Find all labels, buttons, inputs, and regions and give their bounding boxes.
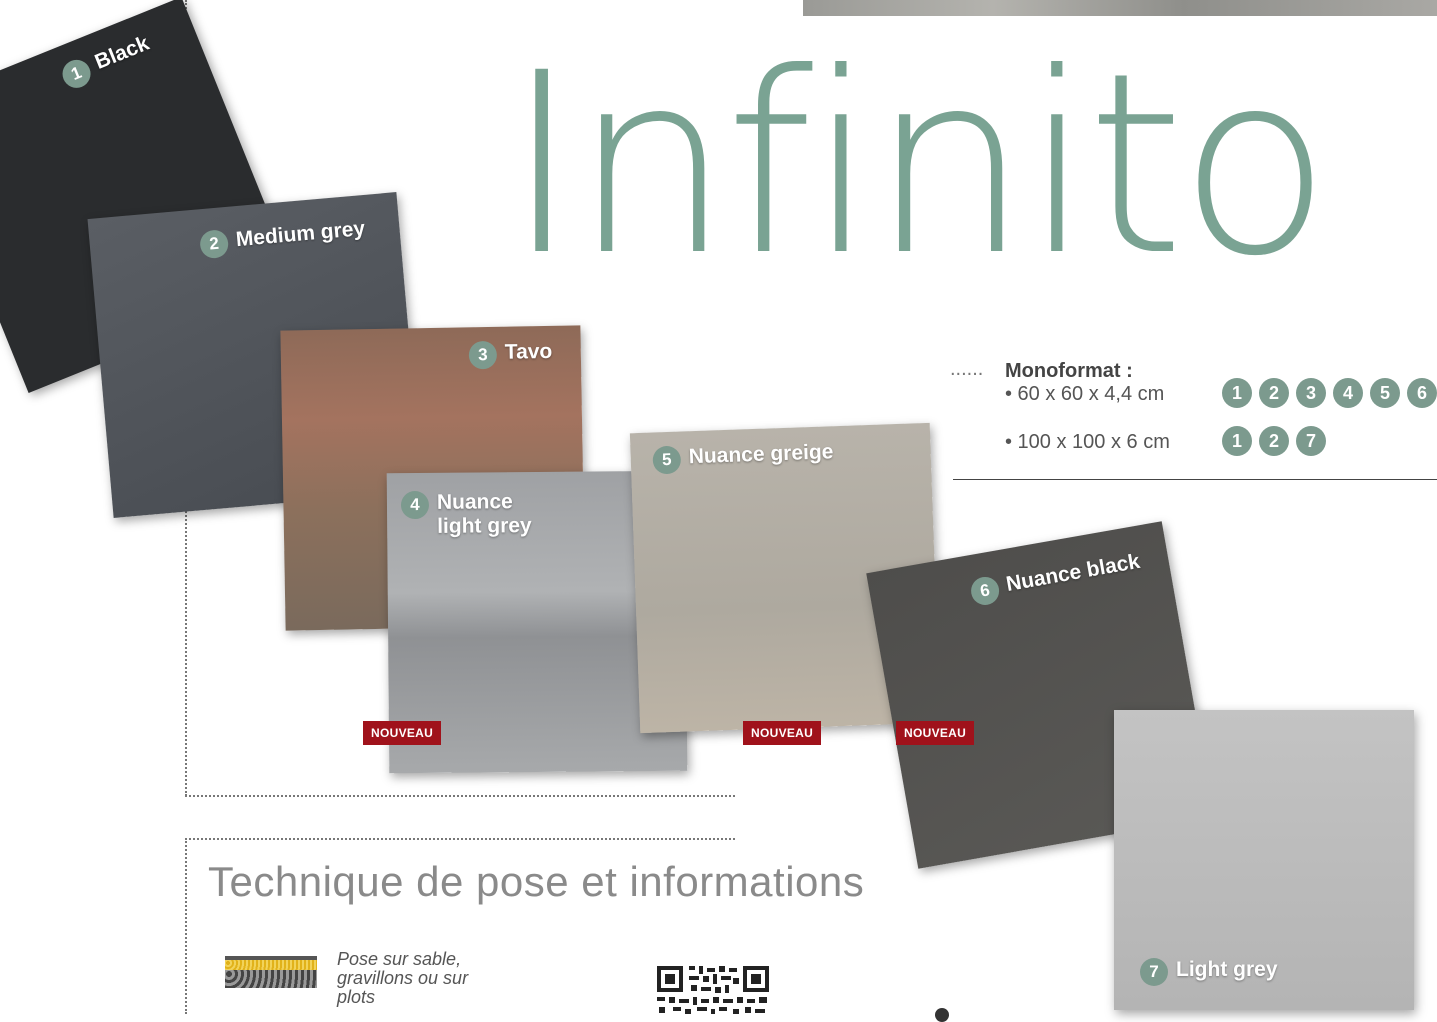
tile-label: 1 Black (58, 31, 154, 93)
color-number: 6 (1407, 378, 1437, 408)
color-number: 1 (1222, 426, 1252, 456)
color-number: 3 (468, 340, 498, 370)
tile-name-line2: light grey (437, 514, 532, 539)
color-number: 4 (1333, 378, 1363, 408)
spec-heading: Monoformat : (1005, 360, 1133, 382)
tile-label: 3 Tavo (468, 339, 553, 370)
tile-name: Medium grey (234, 216, 366, 252)
color-number: 3 (1296, 378, 1326, 408)
color-number: 6 (968, 574, 1002, 608)
spec-row-60-colors: 1 2 3 4 5 6 (1222, 378, 1437, 408)
new-badge: NOUVEAU (363, 721, 442, 745)
color-number: 2 (1259, 378, 1289, 408)
tile-label: 7 Light grey (1140, 958, 1278, 986)
dotted-guide-horizontal-2 (185, 838, 735, 840)
tile-name: Nuance greige (688, 440, 834, 469)
color-number: 5 (652, 445, 682, 475)
tile-name: Black (91, 31, 153, 74)
color-number: 1 (1222, 378, 1252, 408)
new-badge: NOUVEAU (896, 721, 975, 745)
color-number: 2 (1259, 426, 1289, 456)
color-number: 7 (1296, 426, 1326, 456)
tile-name: Nuance light grey (437, 490, 532, 539)
qr-code[interactable] (655, 963, 771, 1014)
technique-title: Technique de pose et informations (208, 858, 865, 905)
spec-leader-dots: ...... (950, 358, 984, 380)
dotted-guide-horizontal (185, 795, 735, 797)
top-stone-photo (803, 0, 1437, 16)
tile-label: 2 Medium grey (199, 216, 366, 260)
pose-description: Pose sur sable, gravillons ou sur plots (337, 949, 469, 1007)
spec-row-100-colors: 1 2 7 (1222, 426, 1333, 456)
spec-row-60: • 60 x 60 x 4,4 cm (1005, 383, 1165, 405)
sand-layers-icon (225, 956, 317, 990)
tile-name-line1: Nuance (436, 490, 513, 514)
color-number: 4 (400, 490, 430, 520)
tile-label: 4 Nuance light grey (400, 490, 532, 539)
dotted-guide-vertical-2 (185, 838, 187, 1014)
color-number: 5 (1370, 378, 1400, 408)
page-title: Infinito (505, 19, 1332, 310)
spec-row-100: • 100 x 100 x 6 cm (1005, 431, 1170, 453)
new-badge: NOUVEAU (743, 721, 822, 745)
color-number: 7 (1140, 958, 1168, 986)
tile-name: Nuance black (1004, 549, 1142, 596)
tile-name: Tavo (504, 339, 553, 364)
tile-name: Light grey (1176, 958, 1278, 981)
tile-label: 6 Nuance black (968, 549, 1143, 608)
spec-divider (953, 479, 1437, 480)
bullet-dot (935, 1008, 949, 1022)
color-number: 1 (58, 55, 95, 93)
tile-label: 5 Nuance greige (652, 440, 834, 475)
color-number: 2 (199, 228, 230, 260)
tile-light-grey: 7 Light grey (1114, 710, 1414, 1010)
